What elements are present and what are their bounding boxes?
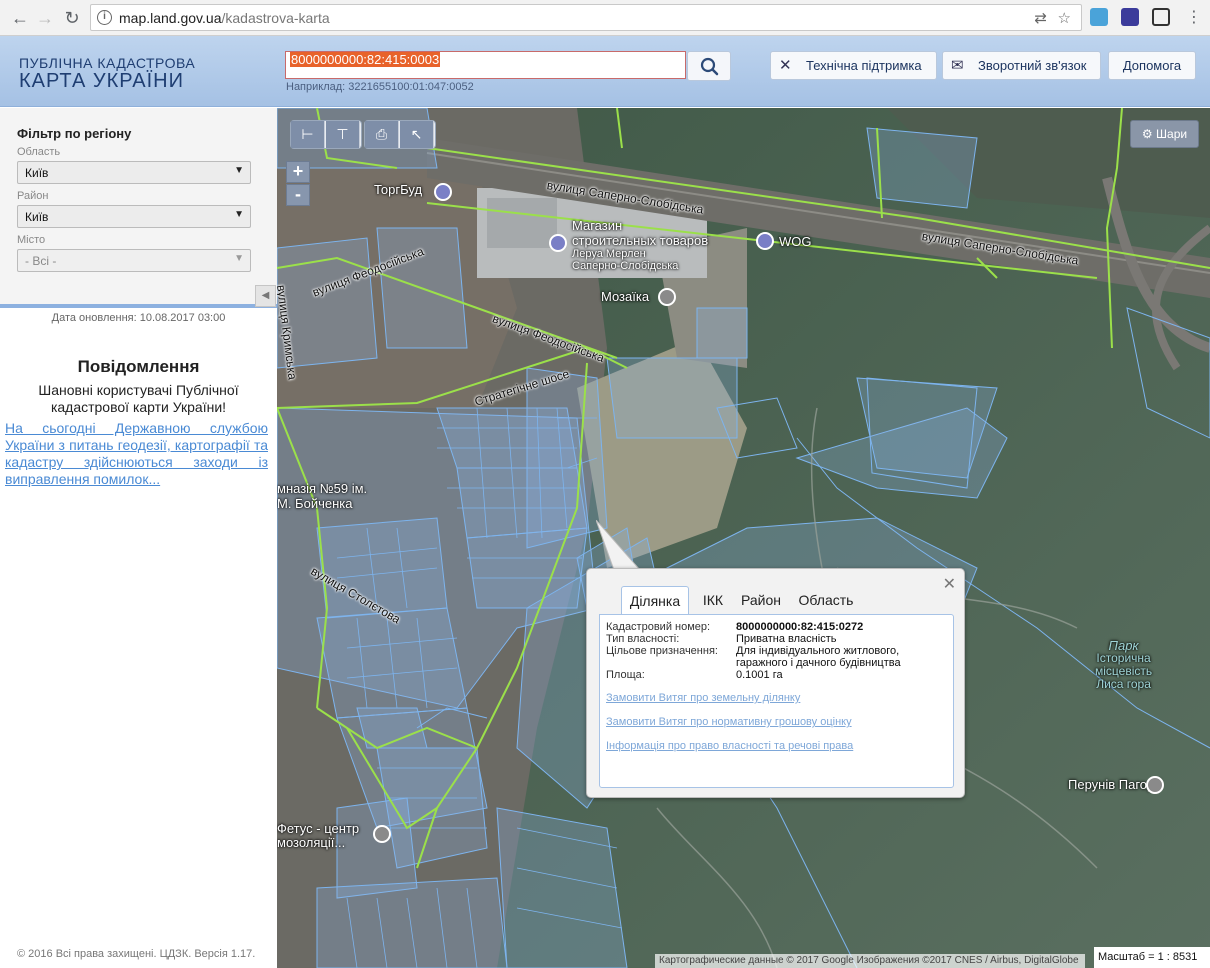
landmark-icon[interactable] <box>1146 776 1164 794</box>
extension-icon[interactable] <box>1090 8 1108 26</box>
address-bar[interactable]: i map.land.gov.ua/kadastrova-karta ⇄ ☆ <box>90 4 1082 31</box>
feedback-button[interactable]: ✉ Зворотний зв'язок <box>942 51 1101 80</box>
search-button[interactable] <box>687 51 731 81</box>
map-scale: Масштаб = 1 : 8531 <box>1094 947 1210 968</box>
popup-body: Кадастровий номер: 8000000000:82:415:027… <box>599 614 954 788</box>
help-button[interactable]: Допомога <box>1108 51 1196 80</box>
poi-label-park: Парк Історична місцевість Лиса гора <box>1095 638 1153 691</box>
identify-cursor-icon[interactable]: ↖ <box>400 121 434 148</box>
browser-toolbar: ← → ↻ i map.land.gov.ua/kadastrova-karta… <box>0 0 1210 36</box>
site-logo[interactable]: ПУБЛІЧНА КАДАСТРОВА КАРТА УКРАЇНИ <box>19 55 195 91</box>
map-canvas[interactable]: ТоргБуд Магазин строительных товаров Лер… <box>277 108 1210 968</box>
update-date: Дата оновлення: 10.08.2017 03:00 <box>51 312 226 324</box>
place-marker-icon[interactable] <box>658 288 676 306</box>
logo-line1: ПУБЛІЧНА КАДАСТРОВА <box>19 55 196 71</box>
tab-parcel[interactable]: Ділянка <box>621 586 689 614</box>
poi-label-gymnasium: мназія №59 ім. М. Бойченка <box>277 481 368 511</box>
bookmark-star-icon[interactable]: ☆ <box>1058 9 1071 27</box>
shop-icon[interactable] <box>549 234 567 252</box>
layers-button[interactable]: ⚙ Шари <box>1130 120 1199 148</box>
extension-icon[interactable] <box>1152 8 1170 26</box>
envelope-icon: ✉ <box>951 57 964 74</box>
measure-tools: ⊢ ⊤ <box>290 120 362 149</box>
left-panel: Фільтр по регіону Область Київ ▼ Район Ки… <box>0 108 277 968</box>
dropdown-arrow-icon: ▼ <box>234 165 244 176</box>
measure-distance-icon[interactable]: ⊢ <box>291 121 325 148</box>
tab-oblast[interactable]: Область <box>794 586 858 614</box>
menu-icon[interactable]: ⋮ <box>1182 6 1206 30</box>
back-icon[interactable]: ← <box>8 6 32 30</box>
tools-icon: ✕ <box>779 57 792 74</box>
raion-label: Район <box>17 190 49 202</box>
tab-ikk[interactable]: ІКК <box>697 586 729 614</box>
satellite-imagery <box>277 108 1210 968</box>
poi-label-fetus: Фетус - центр мозоляції... <box>277 821 360 850</box>
misto-label: Місто <box>17 234 46 246</box>
support-button[interactable]: ✕ Технічна підтримка <box>770 51 937 80</box>
ownership-info-link[interactable]: Інформація про право власності та речові… <box>606 740 853 752</box>
search-hint: Наприклад: 3221655100:01:047:0052 <box>286 81 474 93</box>
search-input-value: 8000000000:82:415:0003 <box>290 52 441 67</box>
dropdown-arrow-icon: ▼ <box>234 253 244 264</box>
cadastral-search-input[interactable]: 8000000000:82:415:0003 <box>285 51 686 79</box>
zoom-in-button[interactable]: + <box>286 161 310 183</box>
tab-raion[interactable]: Район <box>736 586 786 614</box>
poi-label-wog: WOG <box>779 234 812 249</box>
site-header: ПУБЛІЧНА КАДАСТРОВА КАРТА УКРАЇНИ 800000… <box>0 36 1210 107</box>
map-attribution: Картографические данные © 2017 Google Из… <box>655 954 1085 968</box>
forward-icon[interactable]: → <box>33 6 57 30</box>
shop-icon[interactable] <box>434 183 452 201</box>
extension-icon[interactable] <box>1121 8 1139 26</box>
filter-title: Фільтр по регіону <box>17 126 132 141</box>
logo-line2: КАРТА УКРАЇНИ <box>19 70 184 92</box>
reload-icon[interactable]: ↻ <box>60 6 84 30</box>
address-url[interactable]: map.land.gov.ua/kadastrova-karta <box>119 10 330 26</box>
order-parcel-extract-link[interactable]: Замовити Витяг про земельну ділянку <box>606 692 800 704</box>
poi-label-store: Магазин строительных товаров Леруа Мерле… <box>572 218 709 272</box>
translate-icon[interactable]: ⇄ <box>1034 9 1047 27</box>
gear-icon: ⚙ <box>1141 127 1153 141</box>
parcel-info-popup: ✕ Ділянка ІКК Район Область Кадастровий … <box>586 568 965 798</box>
copyright: © 2016 Всі права захищені. ЦДЗК. Версія … <box>17 948 256 960</box>
raion-select[interactable]: Київ ▼ <box>17 205 251 228</box>
poi-label-torgbud: ТоргБуд <box>374 182 423 197</box>
notice-title: Повідомлення <box>77 357 200 376</box>
measure-area-icon[interactable]: ⊤ <box>326 121 360 148</box>
fuel-station-icon[interactable] <box>756 232 774 250</box>
print-info-tools: ⎙ ↖ <box>364 120 436 149</box>
dropdown-arrow-icon: ▼ <box>234 209 244 220</box>
oblast-label: Область <box>17 146 61 158</box>
order-valuation-extract-link[interactable]: Замовити Витяг про нормативну грошову оц… <box>606 716 852 728</box>
region-filter: Фільтр по регіону Область Київ ▼ Район Ки… <box>0 108 277 308</box>
oblast-select[interactable]: Київ ▼ <box>17 161 251 184</box>
notice-text: Шановні користувачі Публічної кадастрово… <box>38 382 239 415</box>
poi-label-mozaika: Мозаїка <box>601 289 650 304</box>
close-icon[interactable]: ✕ <box>943 574 956 594</box>
print-icon[interactable]: ⎙ <box>365 121 399 148</box>
info-icon[interactable]: i <box>97 10 112 25</box>
notice-link[interactable]: На сьогодні Державною службою України з … <box>5 420 268 488</box>
misto-select[interactable]: - Всі - ▼ <box>17 249 251 272</box>
search-icon <box>700 57 719 76</box>
zoom-out-button[interactable]: - <box>286 184 310 206</box>
collapse-panel-button[interactable]: ◀ <box>255 285 276 307</box>
place-marker-icon[interactable] <box>373 825 391 843</box>
